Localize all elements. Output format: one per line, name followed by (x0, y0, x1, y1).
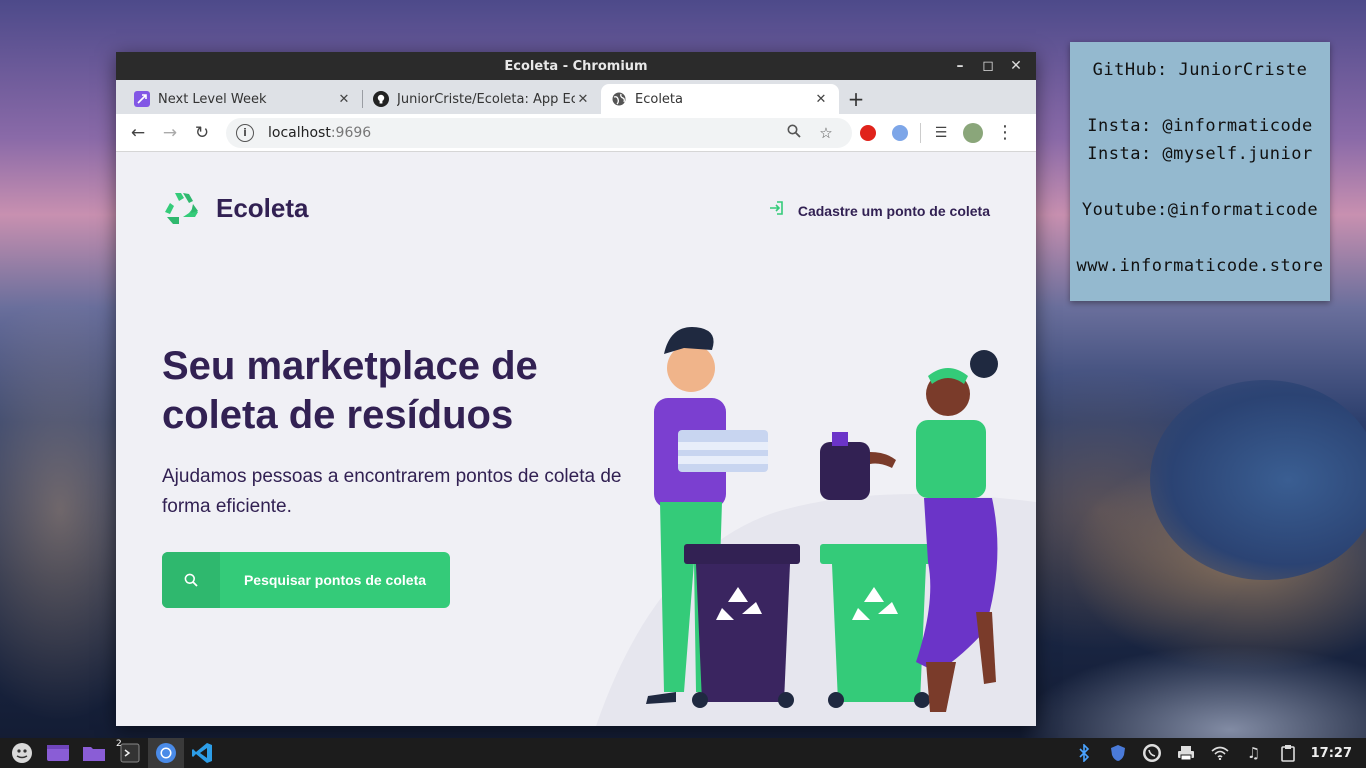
window-title: Ecoleta - Chromium (504, 58, 648, 74)
tab-label: Ecoleta (635, 91, 683, 107)
note-line-website: www.informaticode.store (1076, 256, 1324, 276)
reload-button[interactable]: ↻ (186, 117, 218, 149)
tab-next-level-week[interactable]: Next Level Week ✕ (124, 84, 362, 114)
adblock-extension-icon[interactable] (852, 117, 884, 149)
browser-window: Ecoleta - Chromium – ◻ ✕ Next Level Week… (116, 52, 1036, 726)
tab-strip: Next Level Week ✕ JuniorCriste/Ecoleta: … (116, 80, 1036, 114)
close-window-button[interactable]: ✕ (1002, 58, 1030, 74)
ecoleta-logo[interactable]: Ecoleta (162, 190, 309, 226)
github-icon (373, 91, 389, 107)
printer-icon[interactable] (1169, 738, 1203, 768)
terminal-icon[interactable]: 2 (112, 738, 148, 768)
globe-icon (611, 91, 627, 107)
vscode-icon[interactable] (184, 738, 220, 768)
new-tab-button[interactable]: + (839, 84, 873, 114)
minimize-button[interactable]: – (946, 58, 974, 74)
close-tab-icon[interactable]: ✕ (336, 92, 352, 107)
site-info-icon[interactable]: i (236, 123, 254, 142)
wallpaper-bay (1150, 380, 1366, 580)
close-tab-icon[interactable]: ✕ (813, 92, 829, 107)
window-titlebar[interactable]: Ecoleta - Chromium – ◻ ✕ (116, 52, 1036, 80)
extension-icon[interactable] (884, 117, 916, 149)
address-bar[interactable]: i localhost :9696 ☆ (226, 117, 852, 148)
nlw-icon (134, 91, 150, 107)
log-in-icon (768, 200, 784, 221)
sticky-note: GitHub: JuniorCriste Insta: @informatico… (1070, 42, 1330, 301)
register-link-label: Cadastre um ponto de coleta (797, 202, 990, 219)
ecoleta-page: Ecoleta Cadastre um ponto de coleta Seu … (116, 152, 1036, 726)
note-line-insta-1: Insta: @informaticode (1087, 116, 1313, 136)
music-note-icon[interactable]: ♫ (1237, 738, 1271, 768)
back-button[interactable]: ← (122, 117, 154, 149)
clipboard-icon[interactable] (1271, 738, 1305, 768)
shield-icon[interactable] (1101, 738, 1135, 768)
note-line-github: GitHub: JuniorCriste (1092, 60, 1308, 80)
workspace-badge: 2 (116, 739, 122, 749)
wifi-icon[interactable] (1203, 738, 1237, 768)
whatsapp-icon[interactable] (1135, 738, 1169, 768)
recycle-logo-icon (165, 193, 198, 224)
browser-menu-icon[interactable]: ⋮ (989, 117, 1021, 149)
recycling-illustration (596, 327, 1036, 726)
register-point-link[interactable]: Cadastre um ponto de coleta (768, 200, 990, 221)
profile-avatar[interactable] (957, 117, 989, 149)
search-points-button[interactable]: Pesquisar pontos de coleta (162, 552, 450, 608)
close-tab-icon[interactable]: ✕ (575, 92, 591, 107)
url-host: localhost (268, 124, 331, 141)
clock[interactable]: 17:27 (1305, 746, 1362, 761)
logo-text: Ecoleta (216, 192, 309, 223)
note-line-insta-2: Insta: @myself.junior (1087, 144, 1313, 164)
browser-toolbar: ← → ↻ i localhost :9696 ☆ ☰ ⋮ (116, 114, 1036, 152)
taskbar: 2 ♫ 17:27 (0, 738, 1366, 768)
zoom-icon[interactable] (778, 124, 810, 142)
tab-label: JuniorCriste/Ecoleta: App Eco (397, 91, 575, 107)
chromium-taskbar-icon[interactable] (148, 738, 184, 768)
url-port: :9696 (330, 124, 372, 141)
search-button-label: Pesquisar pontos de coleta (243, 572, 427, 588)
desktop-switcher-icon[interactable] (40, 738, 76, 768)
tab-label: Next Level Week (158, 91, 267, 107)
tab-ecoleta[interactable]: Ecoleta ✕ (601, 84, 839, 114)
start-menu-icon[interactable] (4, 738, 40, 768)
note-line-youtube: Youtube:@informaticode (1081, 200, 1319, 220)
search-icon (162, 552, 220, 608)
tab-github-ecoleta[interactable]: JuniorCriste/Ecoleta: App Eco ✕ (363, 84, 601, 114)
maximize-button[interactable]: ◻ (974, 58, 1002, 74)
forward-button[interactable]: → (154, 117, 186, 149)
bluetooth-icon[interactable] (1067, 738, 1101, 768)
bookmark-star-icon[interactable]: ☆ (810, 124, 842, 142)
file-manager-icon[interactable] (76, 738, 112, 768)
media-queue-icon[interactable]: ☰ (925, 117, 957, 149)
